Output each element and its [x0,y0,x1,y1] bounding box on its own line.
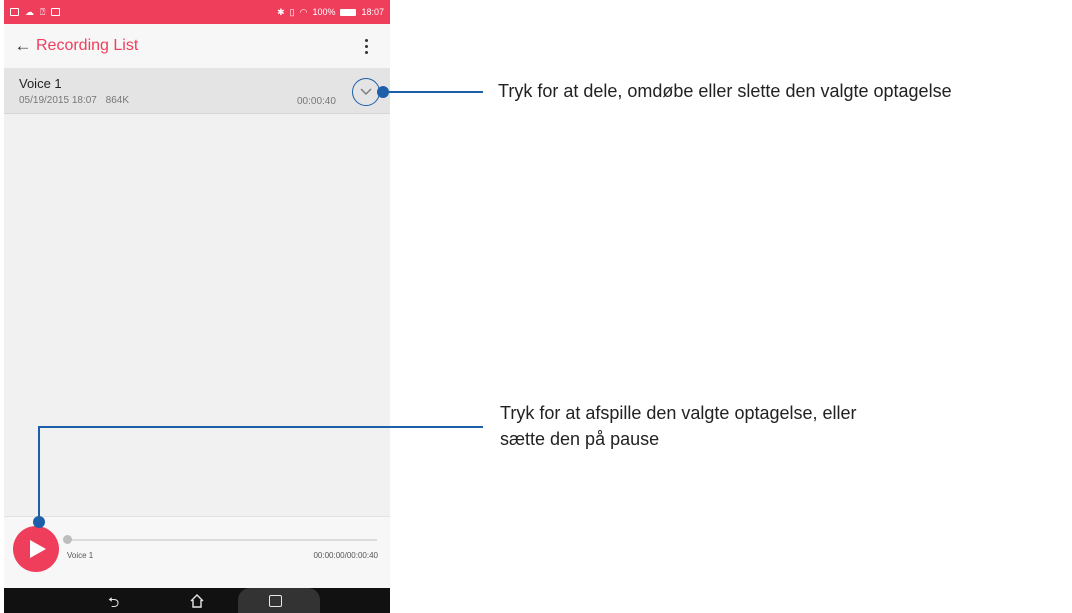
status-time: 18:07 [361,7,384,17]
bluetooth-icon: ✱ [277,6,285,17]
progress-track[interactable] [67,539,377,541]
callout-line [383,91,483,93]
progress-thumb[interactable] [63,535,72,544]
nav-back-icon[interactable]: ⮌ [108,592,119,613]
play-icon [29,540,46,558]
nav-recent-apps-icon[interactable] [269,595,282,607]
battery-icon [340,8,357,16]
recording-meta: 05/19/2015 18:07 864K [19,95,129,106]
system-nav-bar: ⮌ [4,588,390,613]
status-bar: ☁ ⍰ ✱ ▯ ◠ 100% 18:07 [4,0,390,24]
chevron-down-icon[interactable] [352,78,380,106]
phone-screen: ☁ ⍰ ✱ ▯ ◠ 100% 18:07 ← Recording List Vo… [4,0,390,613]
callout-dot [33,516,45,528]
vibrate-icon: ▯ [289,6,295,17]
player-track-name: Voice 1 [67,551,94,560]
app-bar: ← Recording List [4,24,390,68]
player-bar: Voice 1 00:00:00/00:00:40 [4,516,390,588]
callout-line [38,426,40,522]
callout-expand-text: Tryk for at dele, omdøbe eller slette de… [498,81,952,101]
callout-play-text: Tryk for at afspille den valgte optagels… [500,400,1060,452]
cloud-icon: ☁ [25,6,34,17]
list-area [4,114,390,516]
callout-play-line2: sætte den på pause [500,429,660,449]
callout-line [38,426,483,428]
player-time: 00:00:00/00:00:40 [313,551,378,560]
recording-duration: 00:00:40 [297,96,336,107]
callout-play-line1: Tryk for at afspille den valgte optagels… [500,403,857,423]
lock-icon: ⍰ [40,6,46,17]
wifi-icon: ◠ [299,6,308,17]
page-title: Recording List [36,37,139,54]
more-vertical-icon[interactable] [354,34,378,58]
recording-name: Voice 1 [19,76,62,91]
recording-size: 864K [105,95,129,106]
nav-home-icon[interactable] [189,593,205,609]
gallery-icon [10,8,19,16]
recording-date: 05/19/2015 18:07 [19,95,97,106]
notification-icon [51,8,61,16]
play-button[interactable] [13,526,59,572]
list-item[interactable]: Voice 1 05/19/2015 18:07 864K 00:00:40 [4,68,390,114]
arrow-left-icon[interactable]: ← [4,36,34,56]
battery-percent: 100% [312,7,336,17]
